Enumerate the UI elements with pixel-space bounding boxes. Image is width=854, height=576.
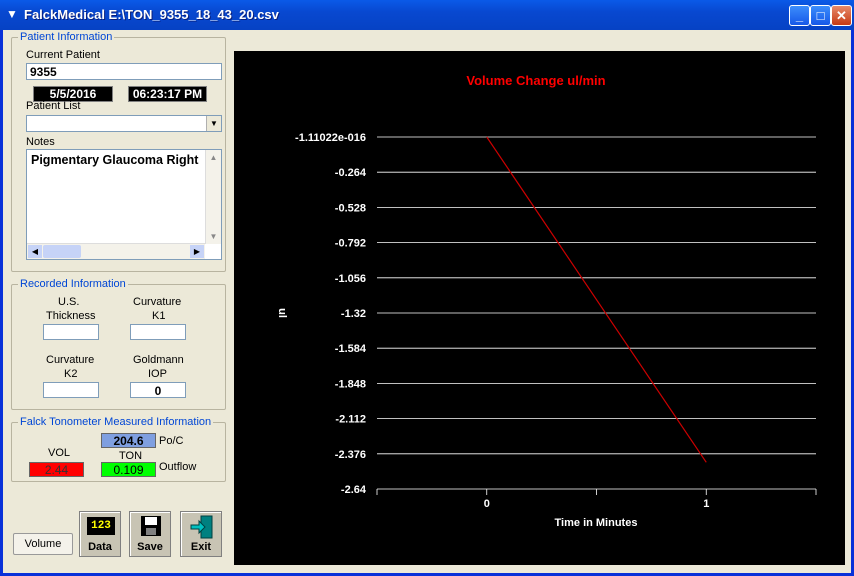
y-tick-label: -1.584 [335,343,367,355]
notes-textarea[interactable]: Pigmentary Glaucoma Right ▲ ▼ ◀ ▶ [26,149,222,260]
y-tick-label: -1.056 [335,273,366,285]
patient-info-label: Patient Information [18,31,115,43]
maximize-icon: □ [816,8,825,23]
x-axis-label: Time in Minutes [555,517,638,529]
close-icon: ✕ [836,8,847,23]
app-window: ▼ FalckMedical E:\TON_9355_18_43_20.csv … [0,0,854,576]
volume-series-line [486,136,707,463]
maximize-button[interactable]: □ [810,5,831,26]
notes-text: Pigmentary Glaucoma Right [31,153,199,167]
notes-horizontal-scrollbar[interactable]: ◀ ▶ [27,243,205,259]
us-label-line2: Thickness [46,310,96,322]
exit-door-icon [190,515,213,539]
data-icon: 123 [87,517,115,535]
scroll-down-icon[interactable]: ▼ [206,229,221,244]
vol-label: VOL [48,447,71,459]
iop-field[interactable]: 0 [130,382,186,398]
k1-label-line1: Curvature [133,296,182,308]
save-button[interactable]: Save [129,511,171,557]
save-button-label: Save [137,541,163,553]
scroll-right-icon[interactable]: ▶ [190,245,204,258]
exit-button[interactable]: Exit [180,511,222,557]
close-button[interactable]: ✕ [831,5,852,26]
scroll-up-icon[interactable]: ▲ [206,150,221,165]
k2-label-line2: K2 [64,368,78,380]
ton-label: TON [119,450,143,462]
patient-list-label: Patient List [26,100,81,112]
outflow-value: 0.109 [101,462,156,477]
falck-info-label: Falck Tonometer Measured Information [18,416,214,428]
recorded-info-label: Recorded Information [18,278,128,290]
data-button[interactable]: 123 Data [79,511,121,557]
y-tick-label: -1.32 [341,308,366,320]
us-thickness-field[interactable] [43,324,99,340]
y-tick-label: -2.64 [341,484,367,496]
chart-svg: Volume Change ul/min -1.11022e-016 -0.264 -… [276,73,817,529]
patient-list-dropdown[interactable]: ▼ [26,115,222,132]
volume-button[interactable]: Volume [13,533,73,555]
y-tick-label: -1.848 [335,378,366,390]
iop-label-line2: IOP [148,368,167,380]
iop-label-line1: Goldmann [133,354,184,366]
data-button-label: Data [88,541,112,553]
scroll-left-icon[interactable]: ◀ [28,245,42,258]
k2-field[interactable] [43,382,99,398]
chart-title: Volume Change ul/min [466,73,605,88]
window-title: FalckMedical E:\TON_9355_18_43_20.csv [24,7,279,22]
floppy-disk-icon [141,516,161,536]
y-tick-label: -1.11022e-016 [295,132,366,144]
current-patient-label: Current Patient [26,49,100,61]
x-tick-label: 1 [703,498,709,510]
scroll-thumb[interactable] [43,245,81,258]
k2-label-line1: Curvature [46,354,95,366]
poc-value: 204.6 [101,433,156,448]
us-label-line1: U.S. [58,296,80,308]
k1-label-line2: K1 [152,310,166,322]
volume-chart: Volume Change ul/min -1.11022e-016 -0.264 -… [234,51,845,565]
y-tick-label: -2.112 [335,414,366,426]
poc-label: Po/C [159,435,184,447]
notes-label: Notes [26,136,55,148]
current-patient-field[interactable]: 9355 [26,63,222,80]
app-icon: ▼ [6,7,18,21]
y-tick-label: -0.528 [335,202,366,214]
k1-field[interactable] [130,324,186,340]
minimize-icon: _ [795,8,804,23]
minimize-button[interactable]: _ [789,5,810,26]
x-tick-label: 0 [484,498,490,510]
vol-value: 2.44 [29,462,84,477]
y-tick-label: -0.264 [335,167,367,179]
title-bar[interactable]: ▼ FalckMedical E:\TON_9355_18_43_20.csv … [0,0,854,30]
chevron-down-icon[interactable]: ▼ [206,116,221,131]
outflow-label: Outflow [159,461,197,473]
exit-button-label: Exit [190,541,212,553]
time-display: 06:23:17 PM [128,86,207,102]
y-tick-label: -0.792 [335,238,366,250]
notes-vertical-scrollbar[interactable]: ▲ ▼ [205,150,221,244]
y-tick-label: -2.376 [335,449,366,461]
y-axis-label: ul [276,308,288,318]
